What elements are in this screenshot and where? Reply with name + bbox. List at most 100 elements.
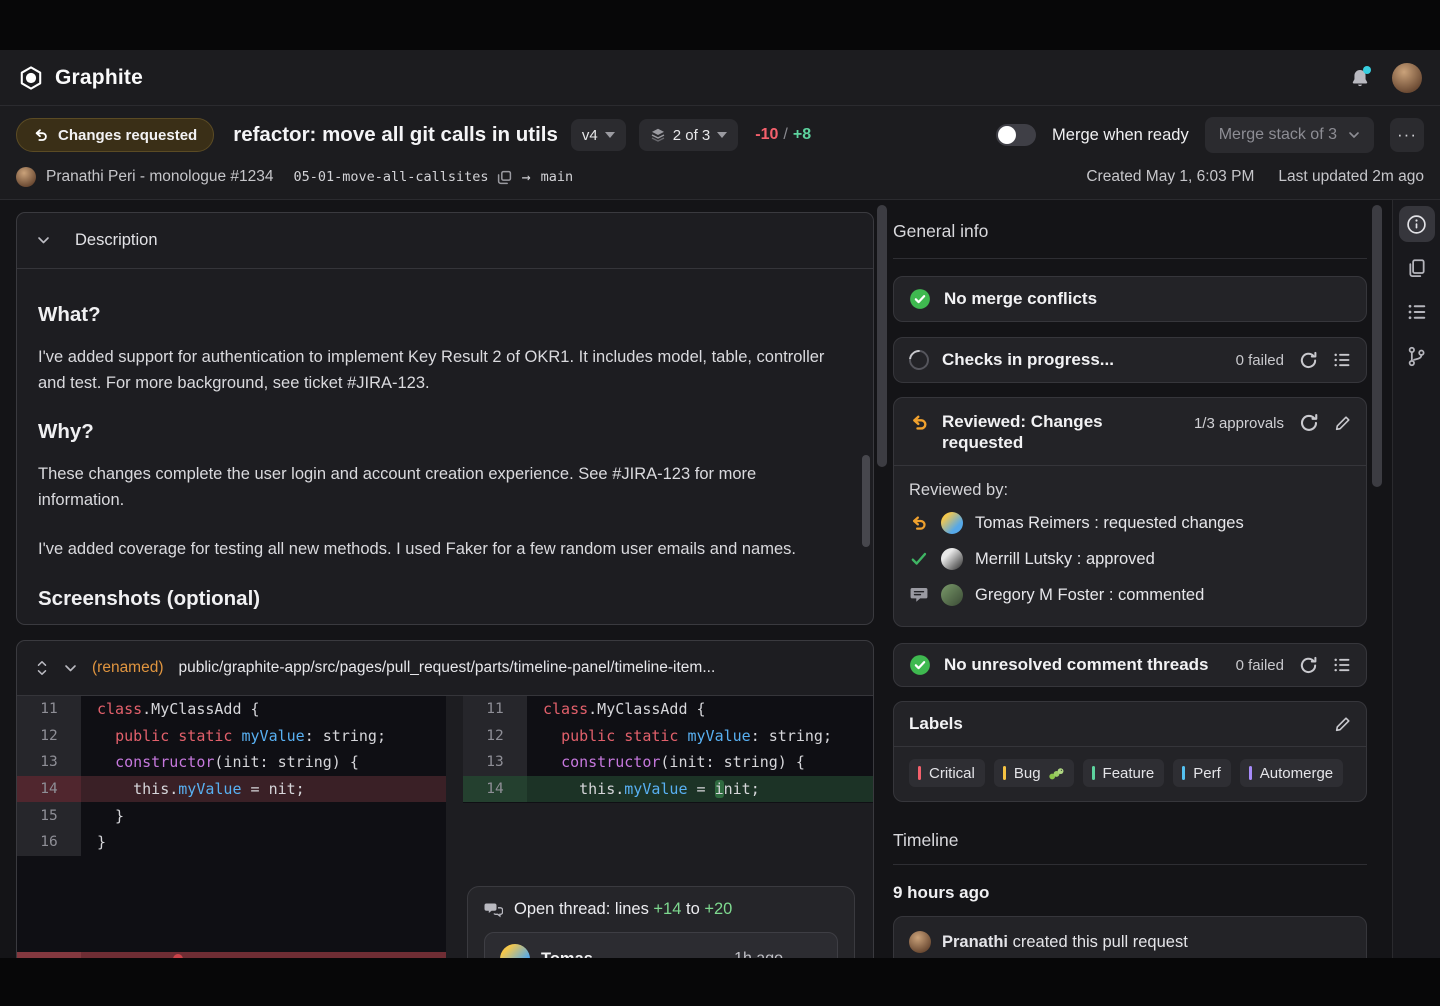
top-letterbox-bar xyxy=(0,0,1440,50)
bottom-letterbox-bar xyxy=(0,958,1440,1006)
why-body-2: I've added coverage for testing all new … xyxy=(38,537,839,563)
diff-stats: -10 / +8 xyxy=(755,126,811,144)
diff-line-left-13[interactable]: 13 constructor(init: string) { xyxy=(17,749,446,776)
sidebar-scrollbar[interactable] xyxy=(1372,205,1382,487)
description-body: What? I've added support for authenticat… xyxy=(17,269,873,611)
version-dropdown[interactable]: v4 xyxy=(571,119,626,151)
user-avatar[interactable] xyxy=(1392,63,1422,93)
diff-line-left-14[interactable]: 14 this.myValue = nit; xyxy=(17,776,446,803)
code-text: this.myValue = nit; xyxy=(81,780,305,798)
label-chip-feature[interactable]: Feature xyxy=(1083,759,1165,787)
copy-pages-icon[interactable] xyxy=(1399,250,1435,286)
label-text: Critical xyxy=(929,765,975,782)
reviewer-row-gregory: Gregory M Foster : commented xyxy=(894,584,1366,606)
copy-branch-icon[interactable] xyxy=(497,170,512,185)
line-number: 13 xyxy=(17,749,81,776)
code-text: } xyxy=(81,807,124,825)
approvals-count: 1/3 approvals xyxy=(1194,415,1284,432)
what-body: I've added support for authentication to… xyxy=(38,345,839,396)
line-number: 13 xyxy=(463,749,527,776)
reviewer-avatar xyxy=(941,548,963,570)
pr-header: Changes requested refactor: move all git… xyxy=(0,106,1440,200)
label-chip-bug[interactable]: Bug xyxy=(994,759,1074,787)
general-info-sidebar: General info No merge conflicts Checks i… xyxy=(893,200,1367,968)
renamed-tag: (renamed) xyxy=(92,659,164,677)
chevron-down-icon xyxy=(605,132,615,138)
sidebar-heading: General info xyxy=(893,221,1367,242)
review-status-card: Reviewed: Changes requested 1/3 approval… xyxy=(893,397,1367,627)
merge-conflicts-card: No merge conflicts xyxy=(893,276,1367,322)
diff-line-right-11[interactable]: 11class.MyClassAdd { xyxy=(463,696,873,723)
review-status-title: Reviewed: Changes requested xyxy=(942,411,1148,453)
code-text: this.myValue = init; xyxy=(527,780,760,798)
diff-line-right-14[interactable]: 14 this.myValue = init; xyxy=(463,776,873,803)
reviewer-row-merrill: Merrill Lutsky : approved xyxy=(894,548,1366,570)
checklist-icon[interactable] xyxy=(1333,656,1351,674)
undo-icon xyxy=(909,514,929,532)
info-tab-button[interactable] xyxy=(1399,206,1435,242)
code-text: public static myValue: string; xyxy=(527,727,832,745)
label-text: Automerge xyxy=(1260,765,1333,782)
line-number: 12 xyxy=(463,723,527,750)
merge-when-ready-toggle[interactable] xyxy=(996,124,1036,146)
code-text: public static myValue: string; xyxy=(81,727,386,745)
reviewer-name: Merrill Lutsky xyxy=(975,550,1072,568)
refresh-icon[interactable] xyxy=(1299,656,1318,675)
description-scrollbar[interactable] xyxy=(862,455,870,547)
label-chip-perf[interactable]: Perf xyxy=(1173,759,1231,787)
edit-pencil-icon[interactable] xyxy=(1334,716,1351,733)
checklist-tab-icon[interactable] xyxy=(1399,294,1435,330)
label-text: Feature xyxy=(1103,765,1155,782)
thread-title: Open thread: lines +14 to +20 xyxy=(514,900,732,919)
thread-line-from: +14 xyxy=(653,900,681,918)
line-number: 11 xyxy=(17,696,81,723)
app-logo[interactable]: Graphite xyxy=(18,65,143,91)
merge-stack-button[interactable]: Merge stack of 3 xyxy=(1205,117,1374,153)
status-badge-label: Changes requested xyxy=(58,127,197,144)
reviewed-by-label: Reviewed by: xyxy=(894,466,1366,512)
line-number: 16 xyxy=(17,829,81,856)
diff-line-left-12[interactable]: 12 public static myValue: string; xyxy=(17,723,446,750)
notifications-bell-icon[interactable] xyxy=(1350,68,1370,88)
screenshots-heading: Screenshots (optional) xyxy=(38,587,839,611)
diff-line-left-15[interactable]: 15 } xyxy=(17,802,446,829)
unfold-vertical-icon[interactable] xyxy=(35,660,49,676)
graphite-logo-icon xyxy=(18,65,44,91)
deletions-count: -10 xyxy=(755,126,778,144)
checks-label: Checks in progress... xyxy=(942,350,1114,370)
label-chip-automerge[interactable]: Automerge xyxy=(1240,759,1343,787)
label-chip-critical[interactable]: Critical xyxy=(909,759,985,787)
diff-line-left-11[interactable]: 11class.MyClassAdd { xyxy=(17,696,446,723)
overflow-menu-button[interactable]: ··· xyxy=(1390,118,1424,152)
thread-line-to: +20 xyxy=(704,900,732,918)
edit-pencil-icon[interactable] xyxy=(1334,415,1351,432)
description-panel-header[interactable]: Description xyxy=(17,213,873,269)
merge-when-ready-label: Merge when ready xyxy=(1052,126,1189,145)
labels-title: Labels xyxy=(909,714,963,734)
diff-line-right-12[interactable]: 12 public static myValue: string; xyxy=(463,723,873,750)
refresh-icon[interactable] xyxy=(1299,351,1318,370)
reviewer-name: Tomas Reimers xyxy=(975,514,1090,532)
refresh-icon[interactable] xyxy=(1299,413,1319,433)
divider xyxy=(893,258,1367,259)
diff-line-right-13[interactable]: 13 constructor(init: string) { xyxy=(463,749,873,776)
merge-conflicts-label: No merge conflicts xyxy=(944,289,1097,309)
reviewer-row-tomas: Tomas Reimers : requested changes xyxy=(894,512,1366,534)
threads-label: No unresolved comment threads xyxy=(944,655,1209,675)
toggle-knob xyxy=(998,126,1016,144)
chevron-down-icon[interactable] xyxy=(64,664,77,673)
updated-timestamp: Last updated 2m ago xyxy=(1278,168,1424,186)
description-panel-title: Description xyxy=(75,231,158,250)
checklist-icon[interactable] xyxy=(1333,351,1351,369)
main-scrollbar[interactable] xyxy=(877,205,887,467)
labels-list: Critical Bug Feature Perf Automerge xyxy=(894,747,1366,801)
diff-line-left-16[interactable]: 16} xyxy=(17,829,446,856)
event-text: created this pull request xyxy=(1008,933,1188,951)
label-color-bar xyxy=(1182,766,1185,780)
status-badge: Changes requested xyxy=(16,118,214,152)
right-icon-rail xyxy=(1392,200,1440,958)
stack-position-dropdown[interactable]: 2 of 3 xyxy=(639,119,739,151)
pr-title: refactor: move all git calls in utils xyxy=(233,123,558,147)
notification-dot xyxy=(1363,66,1371,74)
git-branch-icon[interactable] xyxy=(1399,338,1435,374)
